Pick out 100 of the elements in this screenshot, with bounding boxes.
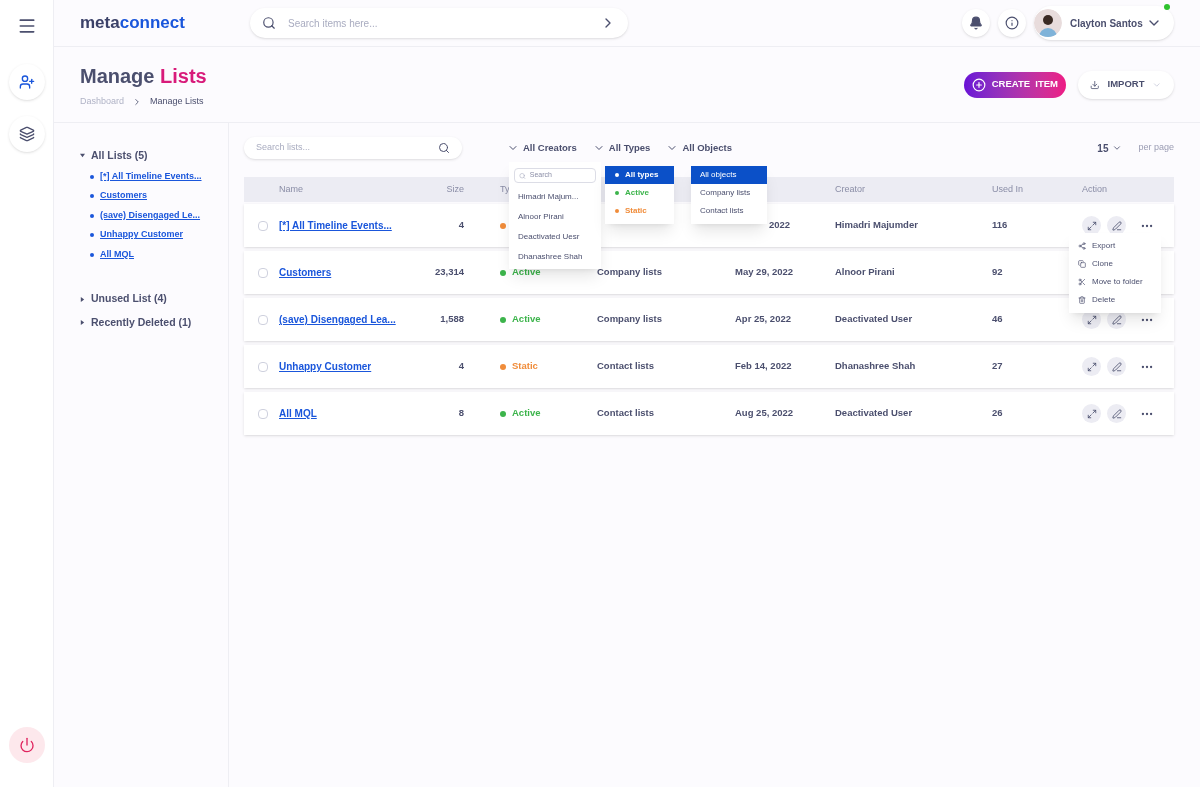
list-link[interactable]: Unhappy Customer [100, 228, 183, 242]
power-button[interactable] [8, 727, 45, 763]
list-link[interactable]: All MQL [279, 406, 424, 421]
info-icon [1005, 16, 1019, 30]
layers-icon [18, 126, 35, 142]
table-cell: Apr 25, 2022 [735, 312, 791, 327]
table-cell: 2022 [769, 218, 791, 233]
per-page-select[interactable]: 15 [1097, 140, 1123, 156]
table-cell-text: Alnoor Pirani [835, 265, 896, 280]
tree-group[interactable]: Recently Deleted (1) [80, 315, 228, 331]
share-icon [1078, 242, 1086, 250]
menu-item[interactable]: Company lists [691, 184, 767, 202]
search-bar[interactable]: Search items here... [250, 8, 628, 38]
trash-icon [1078, 296, 1086, 304]
row-checkbox[interactable] [258, 408, 268, 419]
menu-item[interactable]: Alnoor Pirani [514, 211, 596, 223]
table-cell-text: 92 [992, 265, 1004, 280]
expand-icon [1086, 408, 1097, 419]
row-checkbox[interactable] [258, 314, 268, 325]
table-cell-text: 23,314 [433, 265, 464, 280]
download-icon [1090, 78, 1100, 91]
logo: metaconnect [80, 12, 186, 35]
list-link[interactable]: Unhappy Customer [279, 359, 424, 374]
list-link[interactable]: (save) Disengaged Lea... [279, 312, 424, 327]
list-link[interactable]: [*] All Timeline Events... [100, 169, 202, 184]
list-search-field[interactable]: Search lists... [256, 141, 438, 155]
expand-button[interactable] [1082, 404, 1101, 423]
search-field[interactable]: Search items here... [288, 15, 588, 31]
filter-dropdown[interactable]: All Types [592, 140, 651, 156]
user-menu[interactable]: Clayton Santos [1034, 6, 1174, 40]
menu-item[interactable]: Delete [1069, 291, 1161, 309]
bell-icon [969, 16, 983, 30]
tree-group[interactable]: All Lists (5) [80, 148, 228, 164]
menu-item[interactable]: Clone [1069, 255, 1161, 273]
expand-button[interactable] [1082, 357, 1101, 376]
create-item-button[interactable]: CREATE ITEM [963, 71, 1066, 98]
add-user-icon [18, 74, 35, 90]
menu-item[interactable]: Dhanashree Shah [514, 251, 596, 263]
expand-icon [1086, 361, 1097, 372]
table-cell-text: 8 [457, 406, 464, 421]
row-checkbox[interactable] [258, 361, 268, 372]
table-cell-text: 4 [457, 359, 464, 374]
status-label: Active [512, 265, 541, 280]
filter-dropdown[interactable]: All Creators [507, 140, 577, 156]
pen-icon [1111, 314, 1122, 325]
expand-icon [1086, 314, 1097, 325]
chevron-down-icon [1112, 143, 1123, 153]
add-user-button[interactable] [8, 64, 45, 100]
search-icon [438, 142, 450, 154]
menu-item[interactable]: Contact lists [691, 202, 767, 220]
tree-group[interactable]: Unused List (4) [80, 291, 228, 307]
menu-item[interactable]: Himadri Majum... [514, 191, 596, 203]
bell-button[interactable] [962, 9, 990, 37]
menu-item[interactable]: Deactivated Uesr [514, 231, 596, 243]
table-cell-text: Dhanashree Shah [835, 359, 917, 374]
table-cell-text: Contact lists [597, 406, 655, 421]
per-page-label: per page [1138, 141, 1174, 155]
caret-icon [80, 320, 85, 326]
import-button[interactable]: IMPORT [1078, 70, 1174, 99]
scissors-icon [1078, 278, 1086, 286]
list-link[interactable]: Customers [279, 265, 424, 280]
table-cell-text: Company lists [597, 312, 663, 327]
pen-icon [1111, 408, 1122, 419]
table-cell-text: 46 [992, 312, 1004, 327]
search-icon [519, 171, 526, 180]
row-checkbox[interactable] [258, 267, 268, 278]
search-icon [262, 16, 276, 30]
table-cell-text: 1,588 [439, 312, 464, 327]
edit-button[interactable] [1107, 404, 1126, 423]
table-cell: Feb 14, 2022 [735, 359, 792, 374]
copy-icon [1078, 260, 1086, 268]
list-link[interactable]: [*] All Timeline Events... [279, 218, 424, 233]
info-button[interactable] [998, 9, 1026, 37]
menu-item[interactable]: All objects [691, 166, 767, 184]
breadcrumb-current: Manage Lists [150, 94, 204, 108]
list-link[interactable]: (save) Disengaged Le... [100, 208, 201, 223]
table-cell-text: Company lists [597, 265, 663, 280]
caret-icon [80, 153, 85, 159]
column-header: Used In [992, 183, 1024, 194]
column-header: Creator [835, 183, 865, 194]
menu-item[interactable]: Export [1069, 237, 1161, 255]
menu-item[interactable]: Move to folder [1069, 273, 1161, 291]
table-cell-text: 4 [457, 218, 464, 233]
list-search-bar[interactable]: Search lists... [244, 137, 462, 159]
power-icon [18, 737, 35, 753]
table-cell-text: 27 [992, 359, 1004, 374]
pen-icon [1111, 361, 1122, 372]
layers-button[interactable] [8, 116, 45, 152]
column-header: Action [1082, 183, 1107, 194]
edit-button[interactable] [1107, 357, 1126, 376]
column-header: Name [279, 183, 303, 194]
filter-dropdown[interactable]: All Objects [666, 140, 732, 156]
row-checkbox[interactable] [258, 220, 268, 231]
table-cell-text: Himadri Majumder [835, 218, 919, 233]
menu-item[interactable]: All types [605, 166, 674, 184]
list-link[interactable]: Customers [100, 189, 147, 203]
list-link[interactable]: All MQL [100, 247, 134, 262]
column-header: Ty [500, 183, 510, 194]
status-label: Static [512, 359, 538, 374]
expand-icon [1086, 220, 1097, 231]
